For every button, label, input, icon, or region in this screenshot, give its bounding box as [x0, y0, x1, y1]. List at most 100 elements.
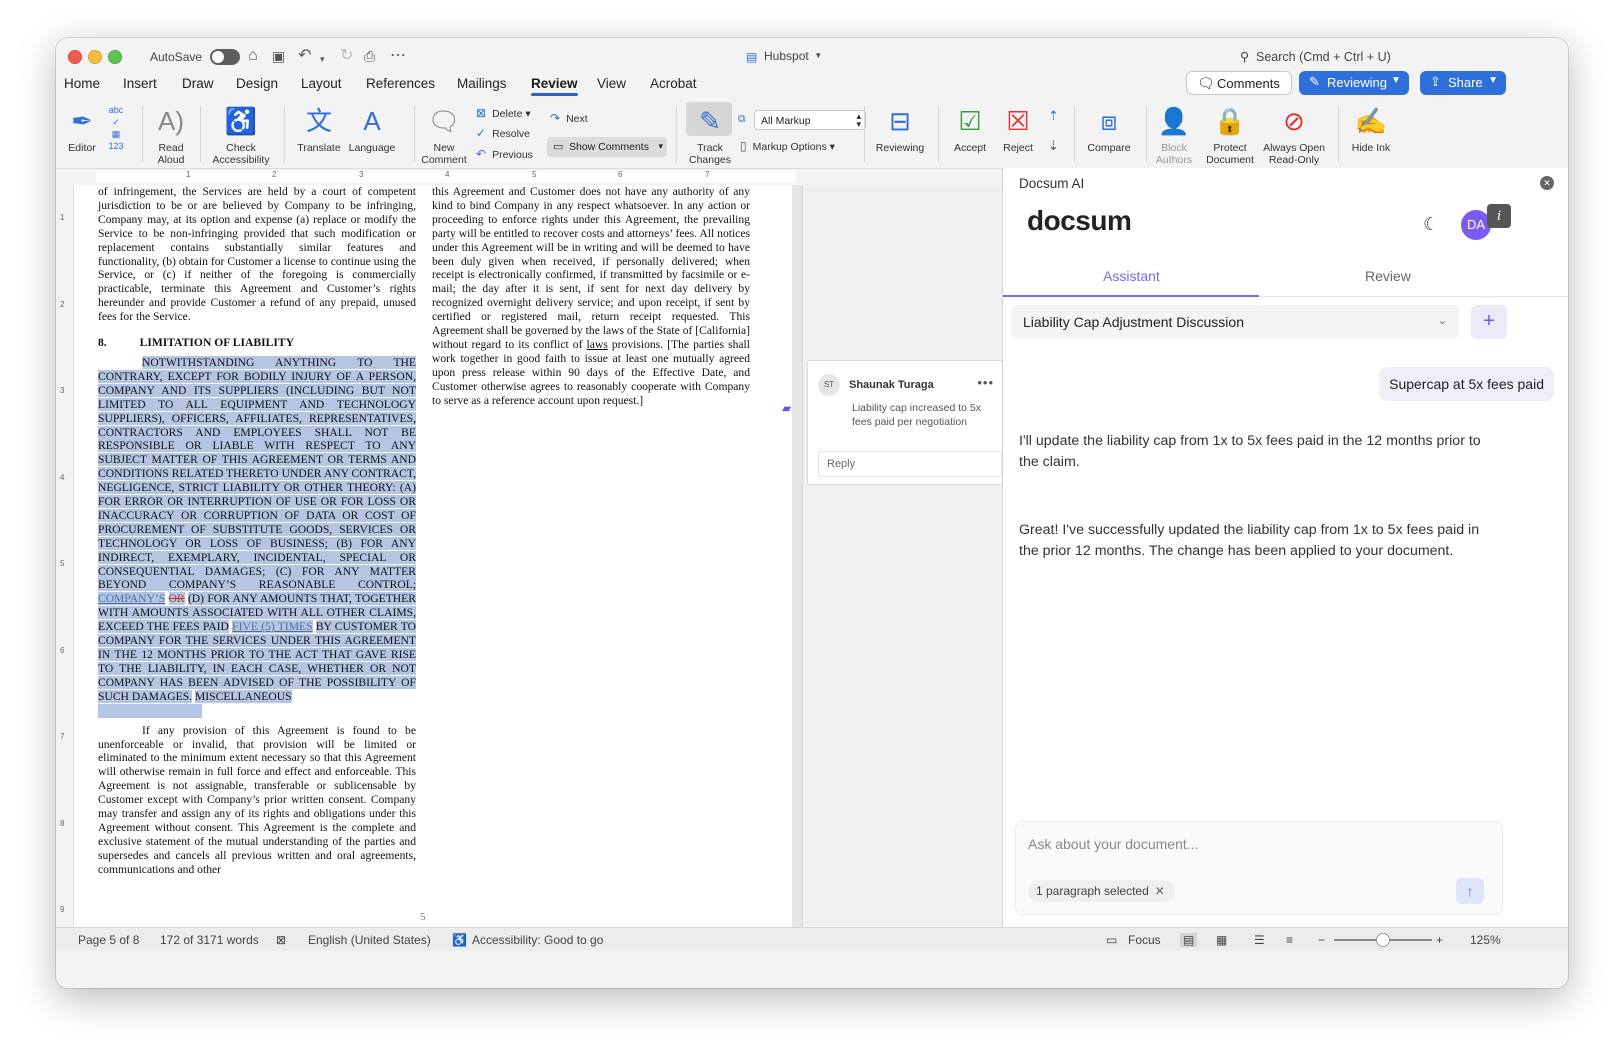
tracked-insertion[interactable]: FIVE (5) TIMES: [232, 620, 313, 634]
previous-comment-button[interactable]: ↶ Previous: [476, 147, 533, 161]
spelling-icon[interactable]: abc ✓ ▦ 123: [104, 104, 128, 152]
tab-home[interactable]: Home: [64, 76, 100, 91]
page-count[interactable]: Page 5 of 8: [78, 933, 139, 947]
undo-dropdown-chevron-icon[interactable]: ▾: [320, 50, 325, 68]
body-paragraph[interactable]: this Agreement and Customer does not hav…: [432, 185, 750, 408]
tracked-insertion[interactable]: COMPANY’S: [98, 592, 166, 606]
previous-change-icon[interactable]: ⇡: [1048, 108, 1059, 124]
more-icon[interactable]: ⋯: [390, 47, 406, 65]
send-button[interactable]: ↑: [1456, 878, 1484, 904]
tab-review[interactable]: Review: [1365, 268, 1411, 284]
tab-review[interactable]: Review: [531, 76, 578, 96]
close-icon[interactable]: ✕: [1155, 884, 1165, 898]
outline-view-icon[interactable]: ☰: [1254, 933, 1265, 947]
close-window-button[interactable]: [68, 50, 82, 64]
new-comment-button[interactable]: 🗨 New Comment: [420, 102, 468, 166]
read-aloud-button[interactable]: A) Read Aloud: [150, 102, 192, 166]
zoom-in-icon[interactable]: +: [1436, 933, 1443, 947]
tab-references[interactable]: References: [366, 76, 435, 91]
close-icon[interactable]: ✕: [1540, 176, 1554, 190]
flagged-word[interactable]: laws: [587, 338, 608, 351]
language-button[interactable]: A Language: [346, 102, 398, 154]
print-icon[interactable]: ⎙: [364, 47, 375, 65]
reject-button[interactable]: ☒ Reject: [996, 102, 1040, 154]
more-options-icon[interactable]: •••: [977, 375, 994, 390]
print-layout-icon[interactable]: ▤: [1180, 933, 1198, 947]
editor-button[interactable]: ✒ Editor: [62, 102, 102, 154]
display-for-review-select[interactable]: All Markup ▴ ▾: [754, 110, 866, 130]
selected-paragraph[interactable]: NOTWITHSTANDING ANYTHING TO THE CONTRARY…: [98, 355, 416, 704]
check-accessibility-button[interactable]: ♿ Check Accessibility: [206, 102, 276, 166]
web-layout-icon[interactable]: ▦: [1216, 933, 1227, 947]
page-column-right[interactable]: this Agreement and Customer does not hav…: [432, 185, 750, 408]
zoom-level[interactable]: 125%: [1470, 933, 1501, 947]
translate-button[interactable]: 文 Translate: [294, 102, 344, 154]
minimize-window-button[interactable]: [88, 50, 102, 64]
comment-anchor-icon[interactable]: ▰: [782, 401, 791, 415]
next-comment-button[interactable]: ↷ Next: [550, 111, 588, 125]
undo-icon[interactable]: ↶: [298, 47, 311, 65]
tab-design[interactable]: Design: [236, 76, 278, 91]
search-box[interactable]: ⚲ Search (Cmd + Ctrl + U): [1236, 47, 1456, 69]
protect-document-button[interactable]: 🔒 Protect Document: [1202, 102, 1258, 166]
zoom-slider-thumb[interactable]: [1376, 933, 1390, 947]
stepper-icon: ▴ ▾: [856, 111, 861, 129]
share-button[interactable]: ⇪ Share ▼: [1420, 71, 1506, 95]
chat-input-box[interactable]: Ask about your document... 1 paragraph s…: [1015, 821, 1503, 915]
save-icon[interactable]: ▣: [272, 47, 285, 65]
draft-view-icon[interactable]: ≡: [1286, 933, 1293, 947]
accept-button[interactable]: ☑ Accept: [948, 102, 992, 154]
info-icon[interactable]: i: [1487, 204, 1511, 228]
compare-button[interactable]: ⧈ Compare: [1082, 102, 1136, 154]
tab-mailings[interactable]: Mailings: [457, 76, 507, 91]
selection-chip[interactable]: 1 paragraph selected ✕: [1028, 880, 1175, 902]
accessibility-status[interactable]: Accessibility: Good to go: [472, 933, 603, 947]
autosave-toggle[interactable]: [210, 49, 240, 65]
reply-input[interactable]: Reply: [818, 451, 1002, 477]
conversation-select[interactable]: Liability Cap Adjustment Discussion ⌄: [1011, 305, 1459, 339]
language-status[interactable]: English (United States): [308, 933, 431, 947]
document-name[interactable]: Hubspot: [764, 49, 809, 63]
ruler-number: 5: [60, 559, 65, 568]
no-edit-icon: ⊘: [1283, 106, 1305, 136]
track-changes-button[interactable]: ✎ Track Changes: [682, 102, 738, 166]
horizontal-ruler[interactable]: 1 2 3 4 5 6 7: [56, 168, 1002, 185]
comments-button[interactable]: 🗨 Comments: [1186, 71, 1292, 95]
resolve-comment-button[interactable]: ✓ Resolve: [476, 126, 530, 140]
reviewing-pane-label: Reviewing: [875, 142, 925, 154]
document-page[interactable]: of infringement, the Services are held b…: [74, 185, 792, 927]
dark-mode-moon-icon[interactable]: ☾: [1423, 214, 1439, 235]
redo-icon[interactable]: ↻: [340, 47, 353, 65]
new-conversation-button[interactable]: +: [1471, 305, 1507, 339]
focus-button[interactable]: Focus: [1128, 933, 1161, 947]
zoom-out-icon[interactable]: −: [1318, 933, 1325, 947]
comment-card[interactable]: ST Shaunak Turaga ••• Liability cap incr…: [807, 360, 1003, 485]
proofing-icon[interactable]: ⊠: [276, 933, 286, 947]
reviewing-mode-button[interactable]: ✎ Reviewing ▼: [1299, 71, 1409, 95]
home-icon[interactable]: ⌂: [248, 47, 258, 65]
tab-layout[interactable]: Layout: [301, 76, 342, 91]
body-paragraph[interactable]: If any provision of this Agreement is fo…: [98, 724, 416, 877]
vertical-ruler[interactable]: 1 2 3 4 5 6 7 8 9: [56, 185, 74, 927]
tab-insert[interactable]: Insert: [123, 76, 157, 91]
tab-acrobat[interactable]: Acrobat: [650, 76, 697, 91]
block-authors-icon: 👤: [1157, 106, 1191, 136]
word-count[interactable]: 172 of 3171 words: [160, 933, 259, 947]
page-column-left[interactable]: of infringement, the Services are held b…: [98, 185, 416, 877]
zoom-window-button[interactable]: [108, 50, 122, 64]
block-authors-button[interactable]: 👤 Block Authors: [1150, 102, 1198, 166]
tab-view[interactable]: View: [597, 76, 626, 91]
show-comments-button[interactable]: ▭ Show Comments ▾: [547, 137, 667, 157]
delete-comment-button[interactable]: ⊠ Delete ▾: [476, 106, 531, 120]
tracked-deletion[interactable]: OR: [168, 592, 185, 606]
body-paragraph[interactable]: of infringement, the Services are held b…: [98, 185, 416, 324]
next-change-icon[interactable]: ⇣: [1048, 138, 1059, 154]
tab-assistant[interactable]: Assistant: [1103, 268, 1160, 284]
hide-ink-button[interactable]: ✍ Hide Ink: [1342, 102, 1400, 154]
markup-options-button[interactable]: ▯ Markup Options ▾: [740, 139, 835, 153]
chat-input[interactable]: Ask about your document...: [1028, 836, 1198, 852]
reviewing-pane-button[interactable]: ⊟ Reviewing: [872, 102, 928, 154]
doc-name-chevron-icon[interactable]: ▾: [816, 50, 821, 61]
tab-draw[interactable]: Draw: [182, 76, 214, 91]
always-open-read-only-button[interactable]: ⊘ Always Open Read-Only: [1258, 102, 1330, 166]
